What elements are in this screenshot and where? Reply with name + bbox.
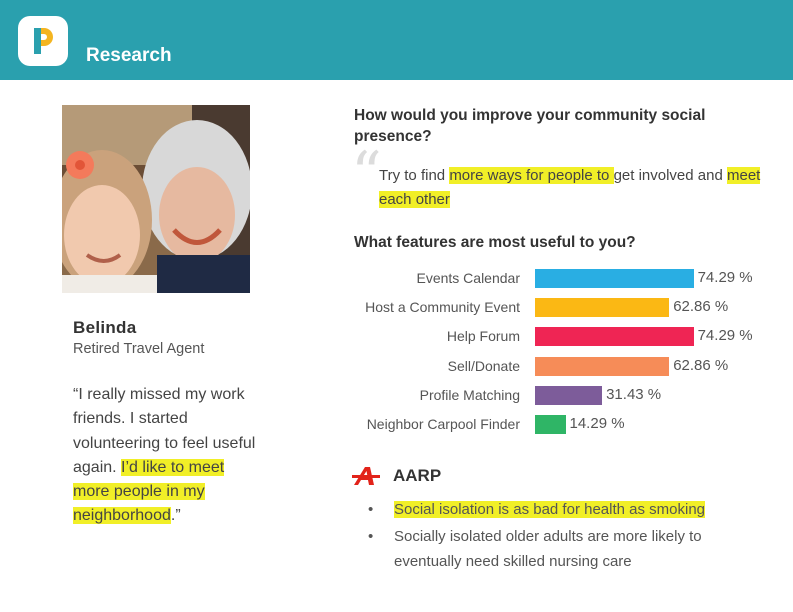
page-title: Research: [86, 45, 172, 66]
chart-category-label: Host a Community Event: [365, 299, 520, 316]
chart-category-label: Help Forum: [446, 328, 520, 345]
aarp-a-icon: [352, 466, 382, 491]
chart-bar: [535, 298, 670, 318]
answer-highlight-1: more ways for people to: [449, 167, 614, 184]
chart-category-label: Profile Matching: [419, 386, 520, 403]
chart-category-label: Events Calendar: [416, 270, 520, 286]
fact-text: Socially isolated older adults are more …: [394, 528, 702, 570]
aarp-label: AARP: [393, 466, 442, 485]
persona-role: Retired Travel Agent: [73, 341, 205, 357]
chart-value-label: 62.86 %: [673, 356, 729, 374]
question-1-title: How would you improve your community soc…: [354, 107, 706, 145]
header-bar: Research: [0, 0, 793, 80]
chart-category-label: Neighbor Carpool Finder: [366, 416, 520, 432]
chart-value-label: 62.86 %: [673, 298, 729, 316]
bullet-icon: •: [368, 501, 374, 518]
persona-quote: “I really missed my work friends. I star…: [73, 383, 263, 529]
answer-text-mid: get involved and: [613, 167, 727, 184]
chart-value-label: 31.43 %: [606, 385, 662, 403]
list-item: • Social isolation is as bad for health a…: [368, 497, 768, 522]
chart-bar: [535, 327, 694, 347]
chart-category-label: Sell/Donate: [447, 357, 520, 374]
fact-highlight: Social isolation is as bad for health as…: [394, 501, 706, 518]
chart-bar: [535, 415, 566, 434]
persona-photo: [62, 105, 250, 293]
bullet-icon: •: [368, 528, 374, 545]
quote-end: .”: [170, 507, 181, 525]
chart-value-label: 74.29 %: [697, 327, 753, 345]
question-1-answer: Try to find more ways for people to get …: [379, 164, 774, 212]
persona-name: Belinda: [73, 318, 137, 337]
chart-bar: [535, 385, 603, 405]
aarp-facts-list: • Social isolation is as bad for health a…: [368, 497, 768, 576]
chart-bar: [535, 356, 670, 376]
chart-value-label: 14.29 %: [569, 415, 625, 432]
answer-text: Try to find: [379, 167, 450, 184]
question-2-title: What features are most useful to you?: [354, 234, 636, 251]
p-logo-icon: [18, 16, 68, 66]
list-item: • Socially isolated older adults are more…: [368, 524, 768, 574]
quote-mark-icon: “: [351, 139, 382, 209]
chart-value-label: 74.29 %: [697, 269, 753, 286]
chart-bar: [535, 269, 694, 288]
